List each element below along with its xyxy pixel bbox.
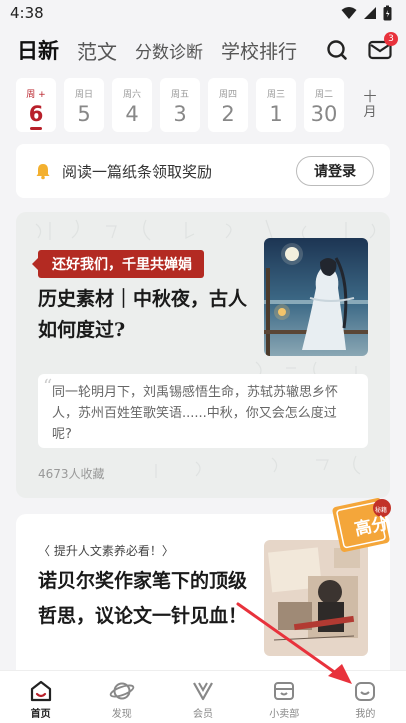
high-score-seal[interactable]: 高分 秘籍 — [330, 494, 394, 556]
active-date-indicator — [30, 127, 42, 130]
date-weekday: 周六 — [122, 90, 141, 100]
login-button[interactable]: 请登录 — [296, 156, 374, 186]
nav-label: 会员 — [193, 709, 213, 720]
date-item[interactable]: 周六 4 — [112, 78, 152, 132]
date-number: 2 — [221, 102, 235, 126]
wifi-icon — [341, 7, 357, 19]
status-bar: 4:38 — [0, 0, 406, 26]
date-number: 6 — [28, 102, 44, 126]
vip-icon — [193, 682, 213, 701]
quote-mark-icon: “ — [43, 376, 53, 397]
seal-small-text: 秘籍 — [375, 506, 387, 514]
tab-fanwen[interactable]: 范文 — [77, 36, 117, 65]
article-tagline: 还好我们，千里共婵娟 — [32, 250, 204, 278]
date-weekday: 周二 — [314, 90, 333, 100]
date-item[interactable]: 周日 5 — [64, 78, 104, 132]
date-weekday: 周五 — [170, 90, 189, 100]
search-icon[interactable] — [326, 39, 348, 61]
nav-vip[interactable]: 会员 — [162, 671, 243, 723]
date-weekday: 周四 — [218, 90, 237, 100]
bottom-nav: 首页 发现 会员 小卖部 我的 — [0, 670, 406, 723]
article-save-count: 4673人收藏 — [38, 467, 105, 481]
nav-label: 小卖部 — [269, 709, 300, 720]
nav-label: 发现 — [111, 709, 132, 720]
date-number: 1 — [269, 102, 283, 126]
date-number: 5 — [77, 102, 91, 126]
month-label[interactable]: 十月 — [362, 90, 378, 120]
home-icon — [30, 680, 51, 702]
article-title: 历史素材｜中秋夜，古人如何度过? — [38, 288, 248, 341]
nav-shop[interactable]: 小卖部 — [244, 671, 325, 723]
bell-icon — [36, 164, 50, 180]
article-subtag: 〈 提升人文素养必看！〉 — [38, 544, 174, 558]
login-reward-message: 阅读一篇纸条领取奖励 — [62, 162, 213, 181]
tab-score-diagnosis[interactable]: 分数诊断 — [135, 38, 203, 63]
article-quote: “ 同一轮明月下，刘禹锡感悟生命，苏轼苏辙思乡怀人，苏州百姓笙歌笑语......… — [38, 374, 368, 448]
date-item[interactable]: 周二 30 — [304, 78, 344, 132]
nav-discover[interactable]: 发现 — [81, 671, 162, 723]
tab-rixin[interactable]: 日新 — [17, 35, 59, 65]
top-nav: 日新 范文 分数诊断 学校排行 3 — [0, 30, 406, 70]
nav-label: 我的 — [355, 709, 376, 720]
date-item[interactable]: 周四 2 — [208, 78, 248, 132]
date-number: 30 — [310, 102, 338, 126]
article-title: 诺贝尔奖作家笔下的顶级哲思，议论文一针见血！ — [38, 570, 248, 627]
nav-label: 首页 — [30, 709, 51, 720]
profile-icon — [355, 682, 376, 701]
date-strip: 周 + 6 周日 5 周六 4 周五 3 周四 2 周三 1 周二 30 — [16, 78, 344, 132]
planet-icon — [109, 682, 135, 700]
status-time: 4:38 — [10, 4, 44, 22]
nav-home[interactable]: 首页 — [0, 671, 81, 723]
date-number: 3 — [173, 102, 187, 126]
date-item-active[interactable]: 周 + 6 — [16, 78, 56, 132]
mail-button[interactable]: 3 — [368, 32, 398, 61]
article-card[interactable]: 还好我们，千里共婵娟 历史素材｜中秋夜，古人如何度过? “ 同一轮明月下，刘禹锡… — [16, 212, 390, 498]
article-quote-text: 同一轮明月下，刘禹锡感悟生命，苏轼苏辙思乡怀人，苏州百姓笙歌笑语......中秋… — [52, 385, 339, 442]
signal-icon — [364, 7, 376, 19]
date-weekday: 周 + — [26, 90, 46, 100]
article-thumbnail — [264, 540, 368, 656]
shop-icon — [274, 682, 295, 700]
date-weekday: 周三 — [266, 90, 285, 100]
battery-icon — [383, 5, 392, 21]
status-icons — [341, 5, 392, 21]
date-number: 4 — [125, 102, 139, 126]
nav-profile[interactable]: 我的 — [325, 671, 406, 723]
tab-school-ranking[interactable]: 学校排行 — [221, 37, 297, 64]
article-thumbnail — [264, 238, 368, 356]
mail-badge: 3 — [384, 32, 398, 46]
date-weekday: 周日 — [74, 90, 93, 100]
date-item[interactable]: 周五 3 — [160, 78, 200, 132]
date-item[interactable]: 周三 1 — [256, 78, 296, 132]
login-banner: 阅读一篇纸条领取奖励 请登录 — [16, 144, 390, 198]
